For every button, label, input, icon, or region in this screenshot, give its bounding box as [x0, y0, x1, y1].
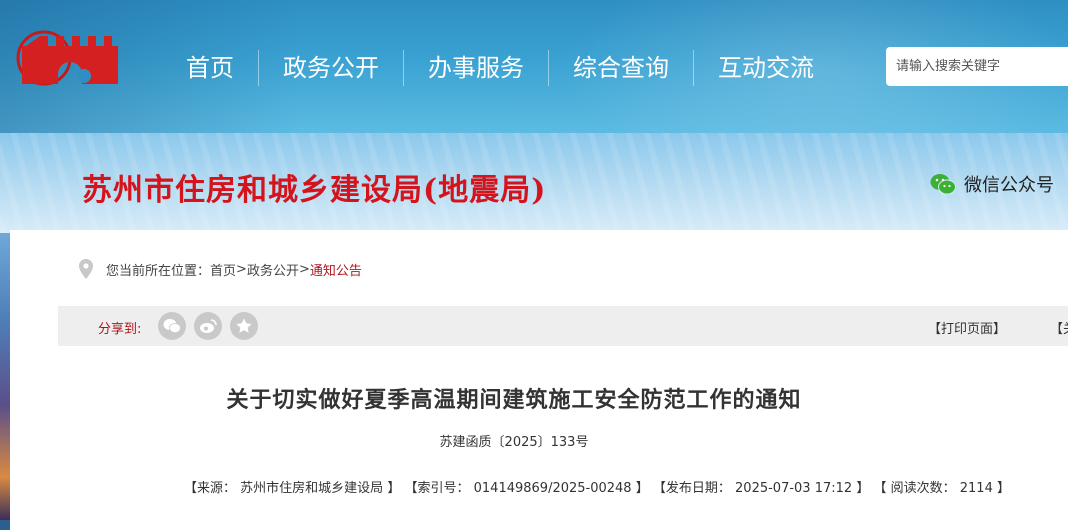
- nav-item-government-affairs[interactable]: 政务公开: [259, 50, 403, 86]
- nav-item-services[interactable]: 办事服务: [404, 50, 548, 86]
- nav-item-home[interactable]: 首页: [162, 50, 258, 86]
- top-navigation-bar: 首页 政务公开 办事服务 综合查询 互动交流: [0, 0, 1068, 133]
- view-count-label: 【 阅读次数：: [873, 481, 956, 496]
- main-nav: 首页 政务公开 办事服务 综合查询 互动交流: [162, 48, 838, 88]
- nav-item-interaction[interactable]: 互动交流: [694, 50, 838, 86]
- index-label: 【索引号：: [404, 481, 470, 496]
- source-end: 】: [387, 481, 401, 496]
- close-page-button[interactable]: 【关: [1050, 318, 1068, 337]
- breadcrumb-current-link[interactable]: 通知公告: [310, 260, 362, 279]
- share-toolbar: 分享到: 【打印页面】 【关: [58, 306, 1068, 346]
- publish-date-value: 2025-07-03 17:12: [735, 481, 853, 496]
- index-end: 】: [635, 481, 649, 496]
- wechat-official-account-link[interactable]: 微信公众号: [930, 171, 1054, 197]
- weibo-icon: [200, 319, 217, 333]
- view-count-value: 2114: [959, 481, 993, 496]
- site-title: 苏州市住房和城乡建设局(地震局): [82, 173, 547, 208]
- nav-item-query[interactable]: 综合查询: [549, 50, 693, 86]
- star-icon: [236, 318, 252, 333]
- article-title: 关于切实做好夏季高温期间建筑施工安全防范工作的通知: [226, 388, 802, 413]
- wechat-label: 微信公众号: [964, 175, 1054, 196]
- breadcrumb-separator: >: [298, 261, 310, 277]
- wechat-icon: [930, 174, 956, 195]
- content-panel: 您当前所在位置： 首页 > 政务公开 > 通知公告 分享到: 【打印页面】 【 …: [10, 230, 1068, 530]
- location-pin-icon: [79, 259, 93, 279]
- publish-date-end: 】: [856, 481, 870, 496]
- site-logo[interactable]: [10, 28, 138, 92]
- share-wechat-button[interactable]: [158, 312, 186, 340]
- document-number: 苏建函质〔2025〕133号: [439, 435, 589, 450]
- search-input[interactable]: [886, 47, 1068, 86]
- wechat-icon: [163, 319, 181, 333]
- source-value: 苏州市住房和城乡建设局: [240, 481, 384, 496]
- index-value: 014149869/2025-00248: [473, 481, 632, 496]
- share-weibo-button[interactable]: [194, 312, 222, 340]
- site-banner: 苏州市住房和城乡建设局(地震局) 微信公众号: [0, 133, 1068, 233]
- publish-date-label: 【发布日期：: [652, 481, 731, 496]
- print-page-button[interactable]: 【打印页面】: [928, 318, 1006, 337]
- article-meta: 【来源： 苏州市住房和城乡建设局 】 【索引号： 014149869/2025-…: [184, 477, 1010, 496]
- share-favorite-button[interactable]: [230, 312, 258, 340]
- view-count-end: 】: [997, 481, 1011, 496]
- share-label: 分享到:: [98, 322, 142, 337]
- breadcrumb: 您当前所在位置： 首页 > 政务公开 > 通知公告: [78, 258, 362, 280]
- breadcrumb-section-link[interactable]: 政务公开: [247, 260, 299, 279]
- breadcrumb-separator: >: [236, 261, 247, 277]
- breadcrumb-prefix: 您当前所在位置：: [106, 263, 211, 279]
- breadcrumb-home-link[interactable]: 首页: [210, 260, 236, 279]
- source-label: 【来源：: [184, 481, 237, 496]
